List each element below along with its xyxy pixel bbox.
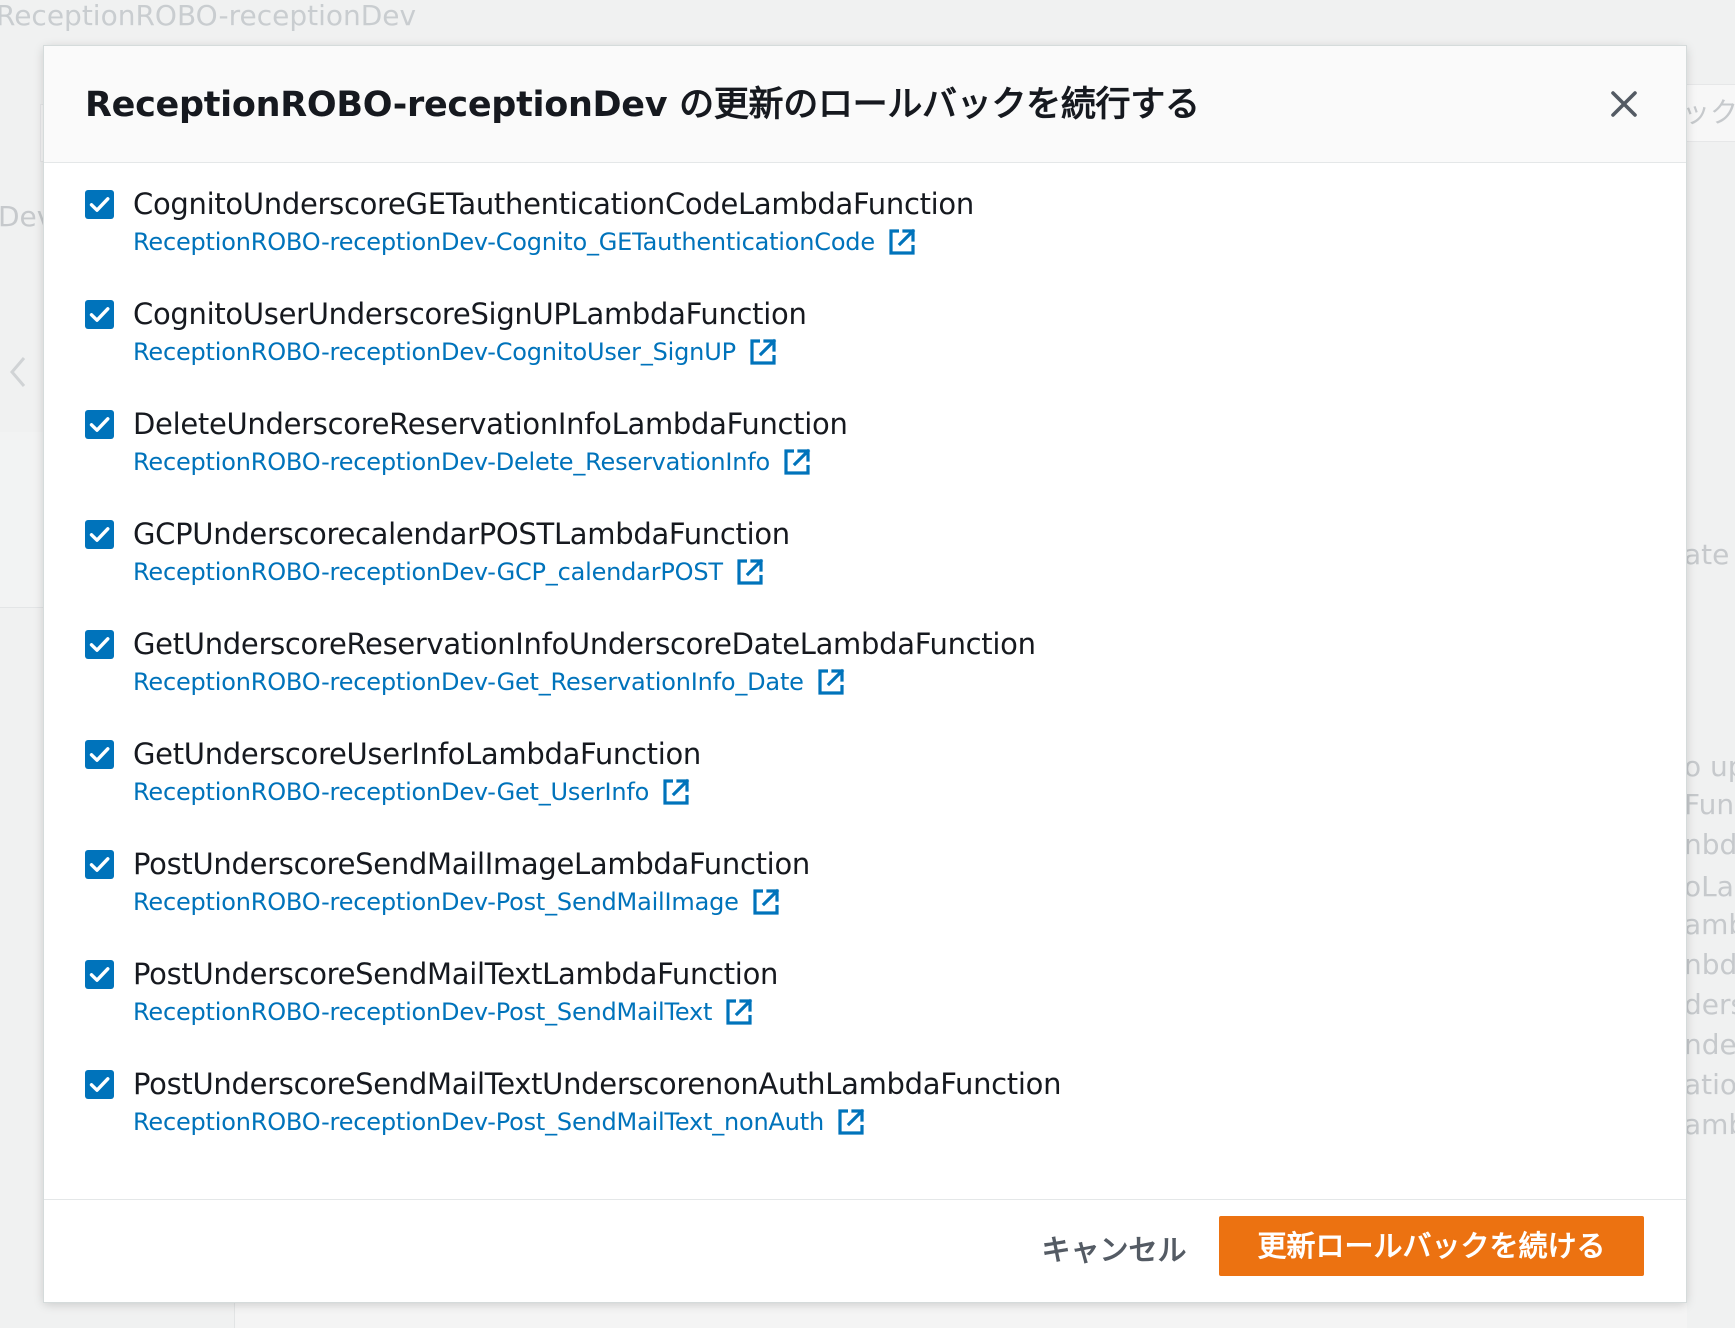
background-fragment: nder bbox=[1684, 1028, 1735, 1061]
background-fragment: nbd bbox=[1684, 828, 1735, 861]
resource-item: PostUnderscoreSendMailImageLambdaFunctio… bbox=[85, 845, 1585, 935]
resource-checkbox[interactable] bbox=[85, 630, 114, 659]
resource-checkbox[interactable] bbox=[85, 190, 114, 219]
resource-item: PostUnderscoreSendMailTextUnderscorenonA… bbox=[85, 1065, 1585, 1155]
external-link-icon[interactable] bbox=[887, 227, 917, 257]
resource-checkbox[interactable] bbox=[85, 410, 114, 439]
modal-title: ReceptionROBO-receptionDev の更新のロールバックを続行… bbox=[85, 85, 1200, 125]
external-link-icon[interactable] bbox=[751, 887, 781, 917]
resource-link-row: ReceptionROBO-receptionDev-Delete_Reserv… bbox=[133, 445, 812, 479]
continue-rollback-button[interactable]: 更新ロールバックを続ける bbox=[1219, 1216, 1644, 1276]
resource-physical-id-link[interactable]: ReceptionROBO-receptionDev-Post_SendMail… bbox=[133, 888, 739, 916]
resource-item: PostUnderscoreSendMailTextLambdaFunction… bbox=[85, 955, 1585, 1045]
resource-link-row: ReceptionROBO-receptionDev-Post_SendMail… bbox=[133, 1105, 866, 1139]
resource-link-row: ReceptionROBO-receptionDev-Get_Reservati… bbox=[133, 665, 846, 699]
page: ReceptionROBO-receptionDev Dev ック ate f … bbox=[0, 0, 1735, 1328]
resource-logical-id: GetUnderscoreUserInfoLambdaFunction bbox=[133, 737, 701, 771]
modal-footer: キャンセル 更新ロールバックを続ける bbox=[44, 1199, 1686, 1302]
resource-checkbox[interactable] bbox=[85, 740, 114, 769]
resource-physical-id-link[interactable]: ReceptionROBO-receptionDev-Get_Reservati… bbox=[133, 668, 804, 696]
background-fragment: ders bbox=[1684, 988, 1735, 1021]
rollback-modal: ReceptionROBO-receptionDev の更新のロールバックを続行… bbox=[44, 46, 1686, 1302]
external-link-icon[interactable] bbox=[836, 1107, 866, 1137]
resource-item: DeleteUnderscoreReservationInfoLambdaFun… bbox=[85, 405, 1585, 495]
resource-logical-id: CognitoUnderscoreGETauthenticationCodeLa… bbox=[133, 187, 974, 221]
resource-link-row: ReceptionROBO-receptionDev-Post_SendMail… bbox=[133, 995, 754, 1029]
background-fragment: atio bbox=[1684, 1068, 1735, 1101]
background-fragment: Func bbox=[1684, 788, 1735, 821]
resource-link-row: ReceptionROBO-receptionDev-CognitoUser_S… bbox=[133, 335, 778, 369]
resource-checkbox[interactable] bbox=[85, 1070, 114, 1099]
background-fragment: o up bbox=[1684, 750, 1735, 783]
modal-header: ReceptionROBO-receptionDev の更新のロールバックを続行… bbox=[44, 46, 1686, 163]
background-fragment: oLar bbox=[1684, 870, 1735, 903]
resource-item: CognitoUserUnderscoreSignUPLambdaFunctio… bbox=[85, 295, 1585, 385]
resource-item: GCPUnderscorecalendarPOSTLambdaFunction R… bbox=[85, 515, 1585, 605]
resource-checkbox[interactable] bbox=[85, 960, 114, 989]
external-link-icon[interactable] bbox=[661, 777, 691, 807]
external-link-icon[interactable] bbox=[816, 667, 846, 697]
resource-physical-id-link[interactable]: ReceptionROBO-receptionDev-Cognito_GETau… bbox=[133, 228, 875, 256]
chevron-left-icon bbox=[4, 352, 34, 392]
external-link-icon[interactable] bbox=[724, 997, 754, 1027]
resource-logical-id: CognitoUserUnderscoreSignUPLambdaFunctio… bbox=[133, 297, 807, 331]
resource-logical-id: PostUnderscoreSendMailTextLambdaFunction bbox=[133, 957, 779, 991]
resource-link-row: ReceptionROBO-receptionDev-GCP_calendarP… bbox=[133, 555, 765, 589]
resource-logical-id: PostUnderscoreSendMailImageLambdaFunctio… bbox=[133, 847, 810, 881]
external-link-icon[interactable] bbox=[748, 337, 778, 367]
resource-link-row: ReceptionROBO-receptionDev-Post_SendMail… bbox=[133, 885, 781, 919]
resource-logical-id: DeleteUnderscoreReservationInfoLambdaFun… bbox=[133, 407, 848, 441]
resource-item: CognitoUnderscoreGETauthenticationCodeLa… bbox=[85, 185, 1585, 275]
close-icon[interactable] bbox=[1604, 84, 1644, 124]
background-fragment: ate f bbox=[1684, 538, 1735, 571]
resource-physical-id-link[interactable]: ReceptionROBO-receptionDev-Get_UserInfo bbox=[133, 778, 649, 806]
resource-checkbox[interactable] bbox=[85, 300, 114, 329]
background-fragment: amb bbox=[1684, 908, 1735, 941]
resource-physical-id-link[interactable]: ReceptionROBO-receptionDev-Delete_Reserv… bbox=[133, 448, 770, 476]
external-link-icon[interactable] bbox=[735, 557, 765, 587]
cancel-button[interactable]: キャンセル bbox=[1004, 1220, 1224, 1280]
resource-link-row: ReceptionROBO-receptionDev-Get_UserInfo bbox=[133, 775, 691, 809]
resource-item: GetUnderscoreUserInfoLambdaFunction Recep… bbox=[85, 735, 1585, 825]
resource-physical-id-link[interactable]: ReceptionROBO-receptionDev-CognitoUser_S… bbox=[133, 338, 736, 366]
background-page-title: ReceptionROBO-receptionDev bbox=[0, 0, 417, 32]
external-link-icon[interactable] bbox=[782, 447, 812, 477]
background-fragment: amb bbox=[1684, 1108, 1735, 1141]
resource-physical-id-link[interactable]: ReceptionROBO-receptionDev-Post_SendMail… bbox=[133, 1108, 824, 1136]
background-fragment: ック bbox=[1682, 96, 1735, 129]
background-fragment: nbda bbox=[1684, 948, 1735, 981]
resource-physical-id-link[interactable]: ReceptionROBO-receptionDev-Post_SendMail… bbox=[133, 998, 712, 1026]
resource-link-row: ReceptionROBO-receptionDev-Cognito_GETau… bbox=[133, 225, 917, 259]
modal-body: CognitoUnderscoreGETauthenticationCodeLa… bbox=[44, 163, 1686, 1246]
resource-checkbox[interactable] bbox=[85, 850, 114, 879]
background-panel bbox=[234, 1300, 1687, 1328]
resource-checkbox[interactable] bbox=[85, 520, 114, 549]
resource-physical-id-link[interactable]: ReceptionROBO-receptionDev-GCP_calendarP… bbox=[133, 558, 723, 586]
resource-logical-id: GetUnderscoreReservationInfoUnderscoreDa… bbox=[133, 627, 1036, 661]
resource-item: GetUnderscoreReservationInfoUnderscoreDa… bbox=[85, 625, 1585, 715]
resource-logical-id: PostUnderscoreSendMailTextUnderscorenonA… bbox=[133, 1067, 1062, 1101]
resource-logical-id: GCPUnderscorecalendarPOSTLambdaFunction bbox=[133, 517, 790, 551]
background-panel bbox=[0, 432, 44, 608]
